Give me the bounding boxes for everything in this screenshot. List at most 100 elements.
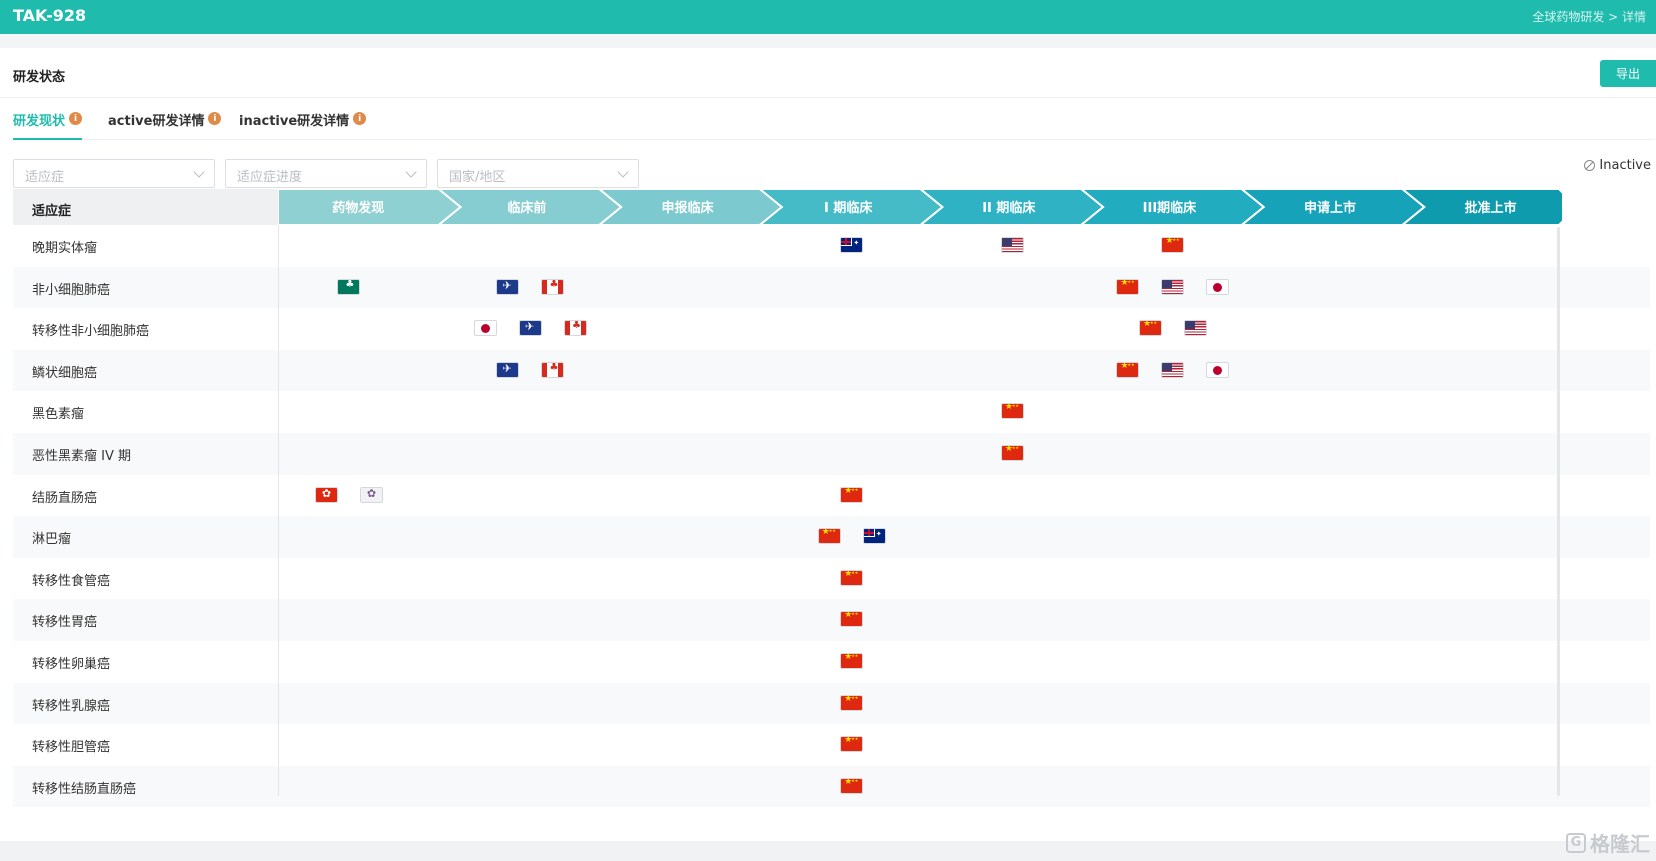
phase-label: 药物发现	[332, 200, 384, 216]
indication-name: 非小细胞肺癌	[32, 282, 111, 298]
flag-au-icon[interactable]	[862, 528, 886, 545]
table-row: 淋巴瘤	[13, 516, 1650, 558]
flag-ca-icon[interactable]	[541, 278, 565, 295]
country-flags	[278, 766, 1563, 808]
phase-label: I 期临床	[824, 200, 873, 216]
inactive-legend: Inactive	[1584, 158, 1651, 173]
column-divider	[278, 225, 279, 796]
flag-ca-icon[interactable]	[563, 320, 587, 337]
country-flags	[278, 599, 1563, 641]
flag-cn-icon[interactable]	[840, 694, 864, 711]
phase-label: 批准上市	[1465, 200, 1517, 216]
flag-cn-icon[interactable]	[840, 569, 864, 586]
table-row: 黑色素瘤	[13, 391, 1650, 433]
indication-name: 转移性非小细胞肺癌	[32, 324, 150, 340]
footer-bar	[0, 841, 1656, 861]
country-flags	[278, 724, 1563, 766]
flag-cn-icon[interactable]	[840, 611, 864, 628]
chevron-down-icon	[405, 166, 417, 178]
country-flags	[278, 267, 1563, 309]
flag-cn-icon[interactable]	[1000, 403, 1024, 420]
country-region-select[interactable]: 国家/地区	[437, 159, 639, 188]
country-flags	[278, 516, 1563, 558]
flag-cn-icon[interactable]	[1116, 361, 1140, 378]
flag-eu-icon[interactable]	[496, 278, 520, 295]
flag-cn-icon[interactable]	[1138, 320, 1162, 337]
indication-name: 黑色素瘤	[32, 407, 85, 423]
flag-mo-icon[interactable]	[337, 278, 361, 295]
watermark-text: 格隆汇	[1590, 832, 1650, 856]
indication-name: 转移性结肠直肠癌	[32, 781, 137, 797]
flag-us-icon[interactable]	[1183, 320, 1207, 337]
table-header: 适应症 药物发现 临床前 申报临床 I 期临床 II 期临床 III期临床 申请上市 批准上市	[13, 189, 1650, 225]
ban-icon	[1584, 160, 1596, 171]
section-title: 研发状态	[13, 70, 66, 85]
flag-us-icon[interactable]	[1161, 278, 1185, 295]
tab-active-details[interactable]: active研发详情 i	[108, 110, 222, 140]
info-icon[interactable]: i	[69, 112, 83, 125]
select-placeholder: 适应症	[25, 170, 65, 185]
tab-label: active研发详情	[108, 114, 205, 129]
tab-inactive-details[interactable]: inactive研发详情 i	[239, 110, 367, 140]
breadcrumb[interactable]: 全球药物研发 > 详情	[1532, 8, 1646, 25]
flag-cn-icon[interactable]	[840, 777, 864, 794]
flag-tw-icon[interactable]	[359, 486, 383, 503]
info-icon[interactable]: i	[208, 112, 222, 125]
flag-hk-icon[interactable]	[314, 486, 338, 503]
tab-current-status[interactable]: 研发现状 i	[13, 110, 83, 140]
table-row: 鳞状细胞癌	[13, 349, 1650, 392]
flag-cn-icon[interactable]	[1116, 278, 1140, 295]
flag-cn-icon[interactable]	[817, 528, 841, 545]
flag-eu-icon[interactable]	[518, 320, 542, 337]
table-row: 转移性胆管癌	[13, 724, 1650, 766]
chevron-down-icon	[617, 166, 629, 178]
pipeline-table: 适应症 药物发现 临床前 申报临床 I 期临床 II 期临床 III期临床 申请上市 批准上市…	[13, 189, 1650, 808]
table-row: 转移性结肠直肠癌	[13, 765, 1650, 808]
table-row: 结肠直肠癌	[13, 475, 1650, 517]
indication-name: 淋巴瘤	[32, 532, 72, 548]
section-header: 研发状态 导出	[0, 48, 1656, 98]
country-flags	[278, 641, 1563, 683]
legend-label: Inactive	[1599, 158, 1651, 173]
tab-label: 研发现状	[13, 114, 66, 129]
top-bar: TAK-928 全球药物研发 > 详情	[0, 0, 1656, 34]
indication-progress-select[interactable]: 适应症进度	[225, 159, 427, 188]
tab-label: inactive研发详情	[239, 114, 350, 129]
vertical-scrollbar[interactable]	[1557, 227, 1560, 796]
select-placeholder: 国家/地区	[449, 170, 506, 185]
country-flags	[278, 308, 1563, 350]
info-icon[interactable]: i	[353, 112, 367, 125]
indication-select[interactable]: 适应症	[13, 159, 215, 188]
indication-name: 转移性胃癌	[32, 615, 98, 631]
export-button[interactable]: 导出	[1600, 60, 1656, 87]
drug-title: TAK-928	[13, 6, 87, 25]
flag-eu-icon[interactable]	[496, 361, 520, 378]
flag-jp-icon[interactable]	[1206, 278, 1230, 295]
indication-rows: 晚期实体瘤非小细胞肺癌转移性非小细胞肺癌鳞状细胞癌黑色素瘤恶性黑素瘤 IV 期结…	[13, 225, 1650, 808]
indication-column-header: 适应症	[13, 189, 278, 225]
flag-jp-icon[interactable]	[1206, 361, 1230, 378]
indication-name: 转移性乳腺癌	[32, 698, 111, 714]
chevron-down-icon	[193, 166, 205, 178]
tab-bar: 研发现状 i active研发详情 i inactive研发详情 i	[13, 110, 1653, 140]
indication-name: 晚期实体瘤	[32, 241, 98, 256]
phase-label: III期临床	[1143, 200, 1198, 216]
indication-name: 转移性胆管癌	[32, 740, 111, 756]
phase-label: 申报临床	[662, 200, 715, 216]
flag-cn-icon[interactable]	[840, 486, 864, 503]
flag-us-icon[interactable]	[1161, 361, 1185, 378]
country-flags	[278, 391, 1563, 433]
flag-cn-icon[interactable]	[840, 652, 864, 669]
phase-header-bar: 药物发现 临床前 申报临床 I 期临床 II 期临床 III期临床 申请上市 批准上市	[278, 189, 1563, 225]
flag-ca-icon[interactable]	[541, 361, 565, 378]
country-flags	[278, 225, 1563, 267]
flag-us-icon[interactable]	[1000, 237, 1024, 253]
indication-name: 转移性食管癌	[32, 573, 111, 589]
flag-cn-icon[interactable]	[840, 736, 864, 753]
table-row: 晚期实体瘤	[13, 225, 1650, 267]
flag-cn-icon[interactable]	[1161, 237, 1185, 253]
select-placeholder: 适应症进度	[237, 170, 303, 185]
flag-au-icon[interactable]	[840, 237, 864, 253]
flag-cn-icon[interactable]	[1000, 444, 1024, 461]
flag-jp-icon[interactable]	[473, 320, 497, 337]
